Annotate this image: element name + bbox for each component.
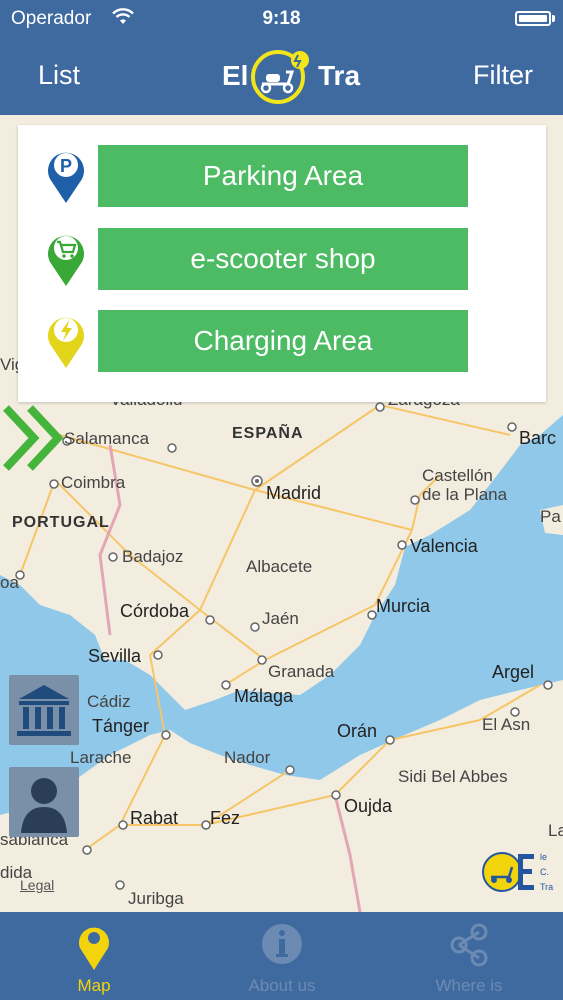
- brand-left-text: El: [222, 60, 249, 91]
- map-label-lisboa: oa: [0, 573, 19, 592]
- top-bar: Operador 9:18 List El Tra Filter: [0, 0, 563, 115]
- charging-bolt-pin-icon: [44, 310, 88, 370]
- map-label-espana: ESPAÑA: [232, 425, 304, 442]
- corner-logo-line-3: Tra: [540, 882, 553, 892]
- status-bar: Operador 9:18: [0, 0, 563, 38]
- map-label-sidi-bel-abbes: Sidi Bel Abbes: [398, 767, 508, 786]
- battery-icon: [515, 11, 551, 26]
- map-label-el-asnam: El Asn: [482, 715, 531, 734]
- map-pin-icon: [79, 927, 109, 970]
- battery-tip: [552, 15, 555, 22]
- map-label-granada: Granada: [268, 662, 335, 681]
- charging-area-button[interactable]: Charging Area: [98, 310, 468, 372]
- filter-button[interactable]: Filter: [473, 60, 533, 91]
- map-label-sevilla: Sevilla: [88, 646, 142, 666]
- map-label-madrid: Madrid: [266, 483, 322, 503]
- expand-panel-chevrons-icon[interactable]: [2, 402, 72, 478]
- map-label-oran: Orán: [337, 721, 378, 741]
- tab-where-is-label: Where is: [435, 976, 503, 995]
- user-profile-icon[interactable]: [9, 767, 79, 837]
- svg-text:P: P: [60, 156, 72, 176]
- shop-row: e-scooter shop: [18, 228, 546, 292]
- tab-map[interactable]: Map: [0, 912, 188, 1000]
- charging-row: Charging Area: [18, 310, 546, 374]
- map-label-valencia: Valencia: [410, 536, 478, 556]
- map-label-oujda: Oujda: [344, 796, 393, 816]
- scooter-logo-icon: [251, 50, 309, 104]
- parking-area-button[interactable]: Parking Area: [98, 145, 468, 207]
- map-label-cordoba: Córdoba: [120, 601, 190, 621]
- shop-cart-pin-icon: [44, 228, 88, 288]
- map-label-malaga: Málaga: [234, 686, 294, 706]
- map-label-argel: Argel: [492, 662, 535, 682]
- tab-about-us-label: About us: [248, 976, 316, 995]
- share-icon: [450, 923, 488, 967]
- legal-link[interactable]: Legal: [20, 877, 54, 893]
- map-label-salamanca: Salamanca: [64, 429, 150, 448]
- parking-row: P Parking Area: [18, 145, 546, 209]
- map-label-badajoz: Badajoz: [122, 547, 184, 566]
- clock: 9:18: [262, 8, 301, 29]
- map-label-castellon-2: de la Plana: [422, 485, 508, 504]
- map-label-portugal: PORTUGAL: [12, 514, 110, 531]
- map-label-tanger: Tánger: [92, 716, 150, 736]
- map-label-cadiz: Cádiz: [87, 692, 131, 711]
- map-label-castellon: Castellón: [422, 466, 493, 485]
- map-label-barcelona: Barc: [519, 428, 557, 448]
- corner-logo-line-1: le: [540, 852, 547, 862]
- eletra-corner-logo: le C. Tra: [482, 846, 560, 898]
- tab-about-us[interactable]: About us: [188, 912, 376, 1000]
- map-label-nador: Nador: [224, 748, 271, 767]
- list-button[interactable]: List: [38, 60, 80, 91]
- map-label-murcia: Murcia: [376, 596, 431, 616]
- tab-bar: Map About us Where is: [0, 912, 563, 1000]
- map-label-jaen: Jaén: [262, 609, 299, 628]
- map-label-larache: Larache: [70, 748, 132, 767]
- map-label-juribga: Juribga: [128, 889, 184, 908]
- tab-map-label: Map: [77, 976, 111, 995]
- brand-right-text: Tra: [318, 60, 361, 91]
- tab-where-is[interactable]: Where is: [375, 912, 563, 1000]
- e-scooter-shop-button[interactable]: e-scooter shop: [98, 228, 468, 290]
- category-panel: P Parking Area e-scooter shop Charging A…: [18, 125, 546, 402]
- map-label-albacete: Albacete: [246, 557, 313, 576]
- map-label-la: La: [548, 821, 563, 840]
- museum-icon[interactable]: [9, 675, 79, 745]
- info-icon: [262, 924, 302, 964]
- brand-logo: El Tra: [222, 46, 362, 106]
- parking-pin-icon: P: [44, 145, 88, 205]
- map-label-rabat: Rabat: [130, 808, 179, 828]
- map-label-fez: Fez: [210, 808, 241, 828]
- corner-logo-line-2: C.: [540, 867, 549, 877]
- map-label-palma: Pa: [540, 507, 561, 526]
